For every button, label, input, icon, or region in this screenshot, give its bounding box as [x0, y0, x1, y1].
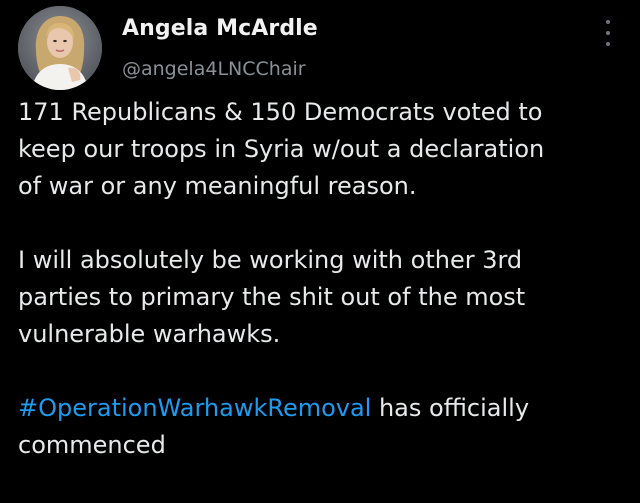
menu-dot [606, 20, 610, 24]
avatar[interactable] [18, 6, 102, 90]
author-handle[interactable]: @angela4LNCChair [122, 58, 306, 80]
tweet-line: 171 Republicans & 150 Democrats voted to [18, 98, 543, 126]
tweet-line: vulnerable warhawks. [18, 320, 281, 348]
tweet-text-segment: has officially [371, 394, 530, 422]
tweet-card: Angela McArdle @angela4LNCChair 171 Repu… [0, 0, 640, 503]
tweet-paragraph-1: 171 Republicans & 150 Democrats voted to… [18, 94, 628, 205]
tweet-line: #OperationWarhawkRemoval has officially [18, 390, 628, 427]
menu-dot [606, 42, 610, 46]
tweet-line: commenced [18, 431, 166, 459]
author-display-name[interactable]: Angela McArdle [122, 16, 318, 41]
tweet-line: of war or any meaningful reason. [18, 172, 417, 200]
profile-photo-icon [18, 6, 102, 90]
tweet-text: 171 Republicans & 150 Democrats voted to… [18, 94, 628, 464]
tweet-line: parties to primary the shit out of the m… [18, 283, 526, 311]
tweet-paragraph-3: #OperationWarhawkRemoval has officially … [18, 390, 628, 464]
hashtag-link[interactable]: #OperationWarhawkRemoval [18, 394, 371, 422]
tweet-line: I will absolutely be working with other … [18, 246, 523, 274]
tweet-paragraph-2: I will absolutely be working with other … [18, 242, 628, 353]
tweet-line: keep our troops in Syria w/out a declara… [18, 135, 545, 163]
more-vertical-icon[interactable] [599, 20, 617, 46]
menu-dot [606, 31, 610, 35]
